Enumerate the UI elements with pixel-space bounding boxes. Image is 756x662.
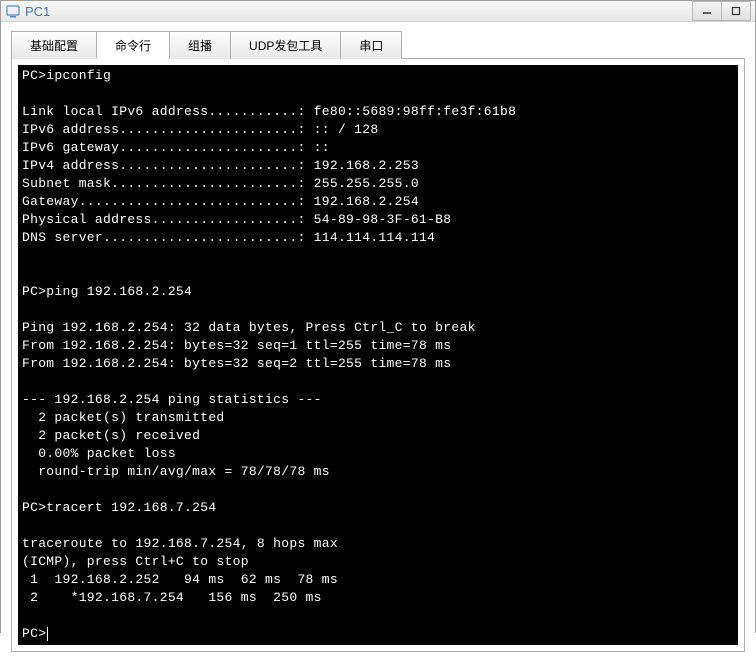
tab-command-line[interactable]: 命令行 (96, 31, 170, 59)
cursor (47, 627, 48, 641)
minimize-button[interactable] (692, 1, 722, 21)
tab-basic-config[interactable]: 基础配置 (11, 31, 97, 59)
tab-label: 基础配置 (30, 37, 78, 54)
terminal[interactable]: PC>ipconfig Link local IPv6 address.....… (18, 65, 738, 645)
titlebar: PC1 (1, 1, 755, 22)
tab-label: 命令行 (115, 37, 151, 54)
tab-content: PC>ipconfig Link local IPv6 address.....… (11, 58, 745, 652)
tab-label: 组播 (188, 37, 212, 54)
window-controls (693, 1, 751, 21)
tab-label: 串口 (359, 37, 383, 54)
maximize-button[interactable] (721, 1, 751, 21)
tab-bar: 基础配置 命令行 组播 UDP发包工具 串口 (11, 30, 745, 58)
app-icon (5, 3, 21, 19)
content-area: 基础配置 命令行 组播 UDP发包工具 串口 PC>ipconfig Link … (1, 22, 755, 662)
tab-serial[interactable]: 串口 (340, 31, 402, 59)
tab-multicast[interactable]: 组播 (169, 31, 231, 59)
tab-label: UDP发包工具 (249, 37, 322, 54)
tab-udp-tool[interactable]: UDP发包工具 (230, 31, 341, 59)
window-title: PC1 (25, 4, 693, 19)
app-window: PC1 基础配置 命令行 组播 UDP发包工具 串口 PC>ipconfig L… (0, 0, 756, 633)
